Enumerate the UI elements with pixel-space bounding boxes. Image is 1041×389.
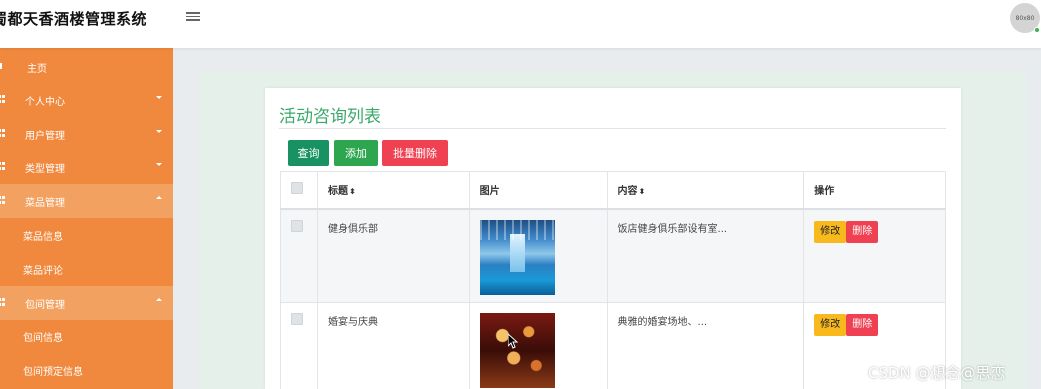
table-row: 婚宴与庆典 典雅的婚宴场地、... 修改 删除 xyxy=(280,302,946,389)
table-header-row: 标题⬍ 图片 内容⬍ 操作 xyxy=(280,171,946,210)
sidebar-item-home[interactable]: 主页 xyxy=(0,50,173,84)
chevron-down-icon xyxy=(156,96,162,99)
sidebar-item-personal-center[interactable]: 个人中心 xyxy=(0,83,173,117)
select-all-checkbox[interactable] xyxy=(291,182,303,195)
sort-icon: ⬍ xyxy=(348,187,356,197)
sidebar-item-label: 类型管理 xyxy=(25,163,65,175)
sidebar-item-label: 菜品管理 xyxy=(25,197,65,209)
batch-delete-button[interactable]: 批量删除 xyxy=(382,140,448,166)
row-content: 典雅的婚宴场地、... xyxy=(606,302,805,389)
chevron-up-icon xyxy=(156,298,162,301)
app-title: 蜀都天香酒楼管理系统 xyxy=(0,10,148,28)
delete-button[interactable]: 删除 xyxy=(846,314,879,336)
sidebar-item-dish-management[interactable]: 菜品管理 xyxy=(0,184,173,218)
row-content: 饭店健身俱乐部设有室... xyxy=(606,208,805,303)
sidebar: 主页 个人中心 用户管理 类型管理 菜品管理 菜品信息 菜品评论 包间管理 包间… xyxy=(0,48,173,389)
grid-icon xyxy=(0,196,6,204)
title-divider xyxy=(279,128,946,129)
sidebar-subitem-room-info[interactable]: 包间信息 xyxy=(0,319,173,353)
list-card: 活动咨询列表 查询 添加 批量删除 标题⬍ 图片 内容⬍ 操作 健身俱乐部 饭店… xyxy=(265,88,961,389)
sidebar-subitem-label: 菜品信息 xyxy=(23,231,63,243)
table-row: 健身俱乐部 饭店健身俱乐部设有室... 修改 删除 xyxy=(280,208,946,303)
page-title: 活动咨询列表 xyxy=(279,107,381,127)
sidebar-subitem-dish-info[interactable]: 菜品信息 xyxy=(0,218,173,252)
sidebar-subitem-label: 包间信息 xyxy=(23,332,63,344)
sidebar-item-user-management[interactable]: 用户管理 xyxy=(0,117,173,151)
query-button[interactable]: 查询 xyxy=(288,140,329,166)
delete-button[interactable]: 删除 xyxy=(846,220,879,243)
sidebar-subitem-dish-comments[interactable]: 菜品评论 xyxy=(0,252,173,286)
watermark-text: CSDN @想念@思恋 xyxy=(868,364,1006,382)
grid-icon xyxy=(0,95,6,103)
menu-toggle-icon[interactable] xyxy=(186,10,200,24)
pool-image xyxy=(479,219,555,295)
chevron-down-icon xyxy=(156,163,162,166)
sidebar-item-type-management[interactable]: 类型管理 xyxy=(0,150,173,184)
column-header-actions: 操作 xyxy=(803,171,946,210)
sidebar-subitem-label: 包间预定信息 xyxy=(23,366,83,378)
sidebar-item-label: 包间管理 xyxy=(25,299,65,311)
online-status-icon xyxy=(1034,27,1040,33)
sidebar-item-label: 用户管理 xyxy=(25,130,65,142)
add-button[interactable]: 添加 xyxy=(334,140,378,166)
wedding-image xyxy=(479,313,555,388)
sidebar-subitem-room-booking[interactable]: 包间预定信息 xyxy=(0,353,173,387)
edit-button[interactable]: 修改 xyxy=(814,220,847,243)
column-header-image: 图片 xyxy=(468,171,608,210)
row-image-cell xyxy=(468,302,608,389)
row-select-cell xyxy=(280,208,318,303)
row-checkbox[interactable] xyxy=(291,313,303,325)
row-image-cell xyxy=(468,208,608,303)
sidebar-item-room-management[interactable]: 包间管理 xyxy=(0,286,173,320)
row-title: 婚宴与庆典 xyxy=(316,302,470,389)
row-actions: 修改 删除 xyxy=(803,208,946,303)
sidebar-item-label: 主页 xyxy=(27,63,47,75)
column-header-content[interactable]: 内容⬍ xyxy=(606,171,805,210)
mouse-cursor-icon xyxy=(508,334,518,349)
grid-icon xyxy=(0,162,6,170)
column-header-title[interactable]: 标题⬍ xyxy=(316,171,470,210)
row-checkbox[interactable] xyxy=(291,219,303,232)
select-all-cell xyxy=(280,171,318,210)
row-select-cell xyxy=(280,302,318,389)
sidebar-item-label: 个人中心 xyxy=(25,96,65,108)
top-header: 蜀都天香酒楼管理系统 80x80 xyxy=(0,0,1041,48)
sort-icon: ⬍ xyxy=(638,187,646,197)
edit-button[interactable]: 修改 xyxy=(814,314,847,336)
grid-icon xyxy=(0,298,6,306)
chevron-up-icon xyxy=(156,196,162,199)
row-title: 健身俱乐部 xyxy=(316,208,470,303)
sidebar-subitem-label: 菜品评论 xyxy=(23,265,63,277)
home-icon xyxy=(0,63,6,69)
grid-icon xyxy=(0,129,6,137)
chevron-down-icon xyxy=(156,130,162,133)
data-table: 标题⬍ 图片 内容⬍ 操作 健身俱乐部 饭店健身俱乐部设有室... 修改 删除 婚… xyxy=(280,171,946,389)
